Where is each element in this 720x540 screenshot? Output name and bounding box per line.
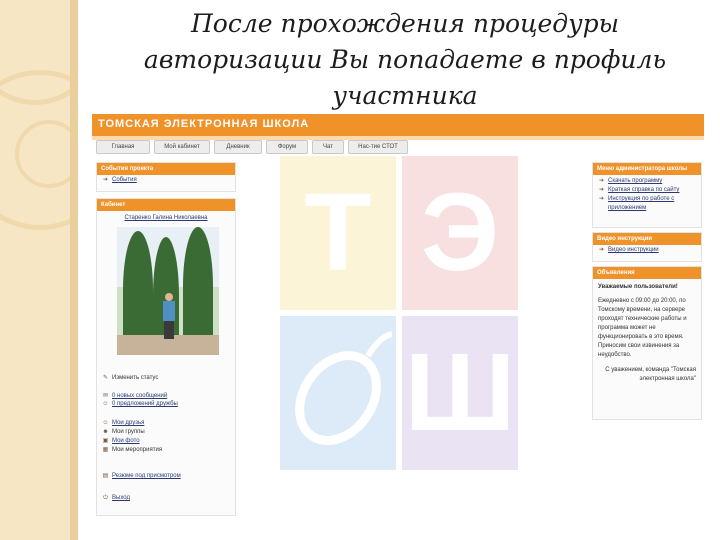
cabinet-box-title: Кабинет xyxy=(97,199,235,211)
site-help-label: Краткая справка по сайту xyxy=(608,187,680,193)
events-link[interactable]: ➔ События xyxy=(97,175,235,185)
tesh-logo-watermark: Т Э Ш xyxy=(280,156,520,472)
user-name-link[interactable]: Старенко Галина Николаевна xyxy=(97,215,235,221)
person-head xyxy=(165,293,173,301)
admin-menu-box: Меню администратора школы ➔ Скачать прогр… xyxy=(592,162,702,228)
person-icon: ☺ xyxy=(102,420,109,426)
announcement-line: Приносим свои извинения за xyxy=(598,343,680,349)
decorative-ring xyxy=(15,120,78,188)
resume-link[interactable]: ▤ Резюме под присмотром xyxy=(97,471,181,481)
slide-title: После прохождения процедуры авторизации … xyxy=(95,6,715,114)
my-groups-link[interactable]: ☻ Мои группы xyxy=(97,428,162,437)
app-instruction-label-continued: приложением xyxy=(608,205,647,211)
arrow-icon: ➔ xyxy=(598,247,605,253)
photo-tree xyxy=(183,227,213,345)
people-icon: ☺ xyxy=(102,401,109,407)
logo-letter: Э xyxy=(420,171,500,294)
slide-decoration xyxy=(0,0,78,540)
site-brand[interactable]: ТОМСКАЯ ЭЛЕКТРОННАЯ ШКОЛА xyxy=(98,118,309,130)
arrow-icon: ➔ xyxy=(598,196,605,202)
site-help-link[interactable]: ➔ Краткая справка по сайту xyxy=(593,186,701,195)
profile-sections: ☺ Мои друзья ☻ Мои группы ▣ Мои фото ▦ Мои м… xyxy=(97,419,162,455)
app-instruction-link-continued[interactable]: приложением xyxy=(593,204,701,213)
events-link-label: События xyxy=(112,177,137,183)
announcement-line: Томскому времени, на сервере xyxy=(598,307,685,313)
messages-group: ✉ 0 новых сообщений ☺ 0 предложений дружбы xyxy=(97,391,178,409)
announcements-title: Объявления xyxy=(593,267,701,279)
arrow-icon: ➔ xyxy=(102,177,109,183)
nav-tab-cabinet[interactable]: Мой кабинет xyxy=(154,140,210,154)
events-box: События проекта ➔ События xyxy=(96,162,236,192)
calendar-icon: ▦ xyxy=(102,447,109,453)
arrow-icon: ➔ xyxy=(598,178,605,184)
logo-tile: Э xyxy=(402,156,518,310)
nav-tab-home[interactable]: Главная xyxy=(96,140,150,154)
mouse-icon xyxy=(295,331,393,445)
cabinet-box: Кабинет Старенко Галина Николаевна ✎ Изме… xyxy=(96,198,236,516)
arrow-icon: ➔ xyxy=(598,187,605,193)
pencil-icon: ✎ xyxy=(102,375,109,381)
announcement-line: функционировать в это время. xyxy=(598,334,684,340)
photo-person xyxy=(163,293,175,339)
change-status-link[interactable]: ✎ Изменить статус xyxy=(97,373,158,383)
announcement-line: Ежедневно с 09:00 до 20:00, по xyxy=(598,298,686,304)
logo-tile xyxy=(280,316,396,470)
decoration-strip xyxy=(70,0,78,540)
main-nav: Главная Мой кабинет Дневник Форум Чат На… xyxy=(92,140,704,154)
slide-title-line: участника xyxy=(332,81,478,110)
events-box-title: События проекта xyxy=(97,163,235,175)
logo-letter: Ш xyxy=(404,331,516,454)
announcement-signature: С уважением, команда "Томская электронна… xyxy=(593,366,701,384)
video-instructions-link[interactable]: ➔ Видео инструкции xyxy=(593,245,701,255)
logout-link[interactable]: ⏻ Выход xyxy=(97,493,130,503)
announcements-box: Объявления Уважаемые пользователи! Ежедн… xyxy=(592,266,702,420)
my-groups-label: Мои группы xyxy=(112,429,145,435)
slide-title-line: После прохождения процедуры xyxy=(190,9,620,38)
group-icon: ☻ xyxy=(102,429,109,435)
announcement-body: Ежедневно с 09:00 до 20:00, по Томскому … xyxy=(593,297,701,360)
change-status-label: Изменить статус xyxy=(112,375,159,381)
person-legs xyxy=(164,321,174,339)
document-icon: ▤ xyxy=(102,473,109,479)
logo-tile: Т xyxy=(280,156,396,310)
nav-tab-diary[interactable]: Дневник xyxy=(214,140,262,154)
friend-requests-label: 0 предложений дружбы xyxy=(112,401,178,407)
nav-tab-stot[interactable]: Нас-тие СТОТ xyxy=(348,140,408,154)
my-friends-label: Мои друзья xyxy=(112,420,145,426)
nav-tab-forum[interactable]: Форум xyxy=(266,140,308,154)
photo-icon: ▣ xyxy=(102,438,109,444)
logout-label: Выход xyxy=(112,495,130,501)
slide-title-line: авторизации Вы попадаете в профиль xyxy=(143,45,667,74)
announcement-line: программа может не xyxy=(598,325,656,331)
person-body xyxy=(163,301,175,321)
announcement-line: проходят технические работы и xyxy=(598,316,687,322)
video-instructions-title: Видео инструкции xyxy=(593,233,701,245)
photo-tree xyxy=(123,231,153,349)
my-photos-link[interactable]: ▣ Мои фото xyxy=(97,437,162,446)
user-avatar[interactable] xyxy=(117,227,219,355)
download-program-label: Скачать программу xyxy=(608,178,663,184)
my-events-link[interactable]: ▦ Мои мероприятия xyxy=(97,446,162,455)
admin-menu-title: Меню администратора школы xyxy=(593,163,701,175)
logo-letter: Т xyxy=(304,171,372,294)
my-photos-label: Мои фото xyxy=(112,438,140,444)
download-program-link[interactable]: ➔ Скачать программу xyxy=(593,177,701,186)
my-events-label: Мои мероприятия xyxy=(112,447,163,453)
app-instruction-label: Инструкция по работе с xyxy=(608,196,675,202)
site-header: ТОМСКАЯ ЭЛЕКТРОННАЯ ШКОЛА xyxy=(92,114,704,136)
announcement-heading: Уважаемые пользователи! xyxy=(598,284,678,290)
friend-requests-link[interactable]: ☺ 0 предложений дружбы xyxy=(97,399,178,409)
my-friends-link[interactable]: ☺ Мои друзья xyxy=(97,419,162,428)
video-instructions-label: Видео инструкции xyxy=(608,247,659,253)
resume-label: Резюме под присмотром xyxy=(112,473,181,479)
video-instructions-box: Видео инструкции ➔ Видео инструкции xyxy=(592,232,702,262)
announcement-line: неудобство. xyxy=(598,352,632,358)
signature-line: С уважением, команда "Томская xyxy=(605,367,696,373)
nav-tab-chat[interactable]: Чат xyxy=(312,140,344,154)
website-screenshot: ТОМСКАЯ ЭЛЕКТРОННАЯ ШКОЛА Главная Мой ка… xyxy=(92,114,704,516)
signature-line: электронная школа" xyxy=(639,376,696,382)
logout-icon: ⏻ xyxy=(103,495,108,501)
app-instruction-link[interactable]: ➔ Инструкция по работе с xyxy=(593,195,701,204)
logo-tile: Ш xyxy=(402,316,518,470)
